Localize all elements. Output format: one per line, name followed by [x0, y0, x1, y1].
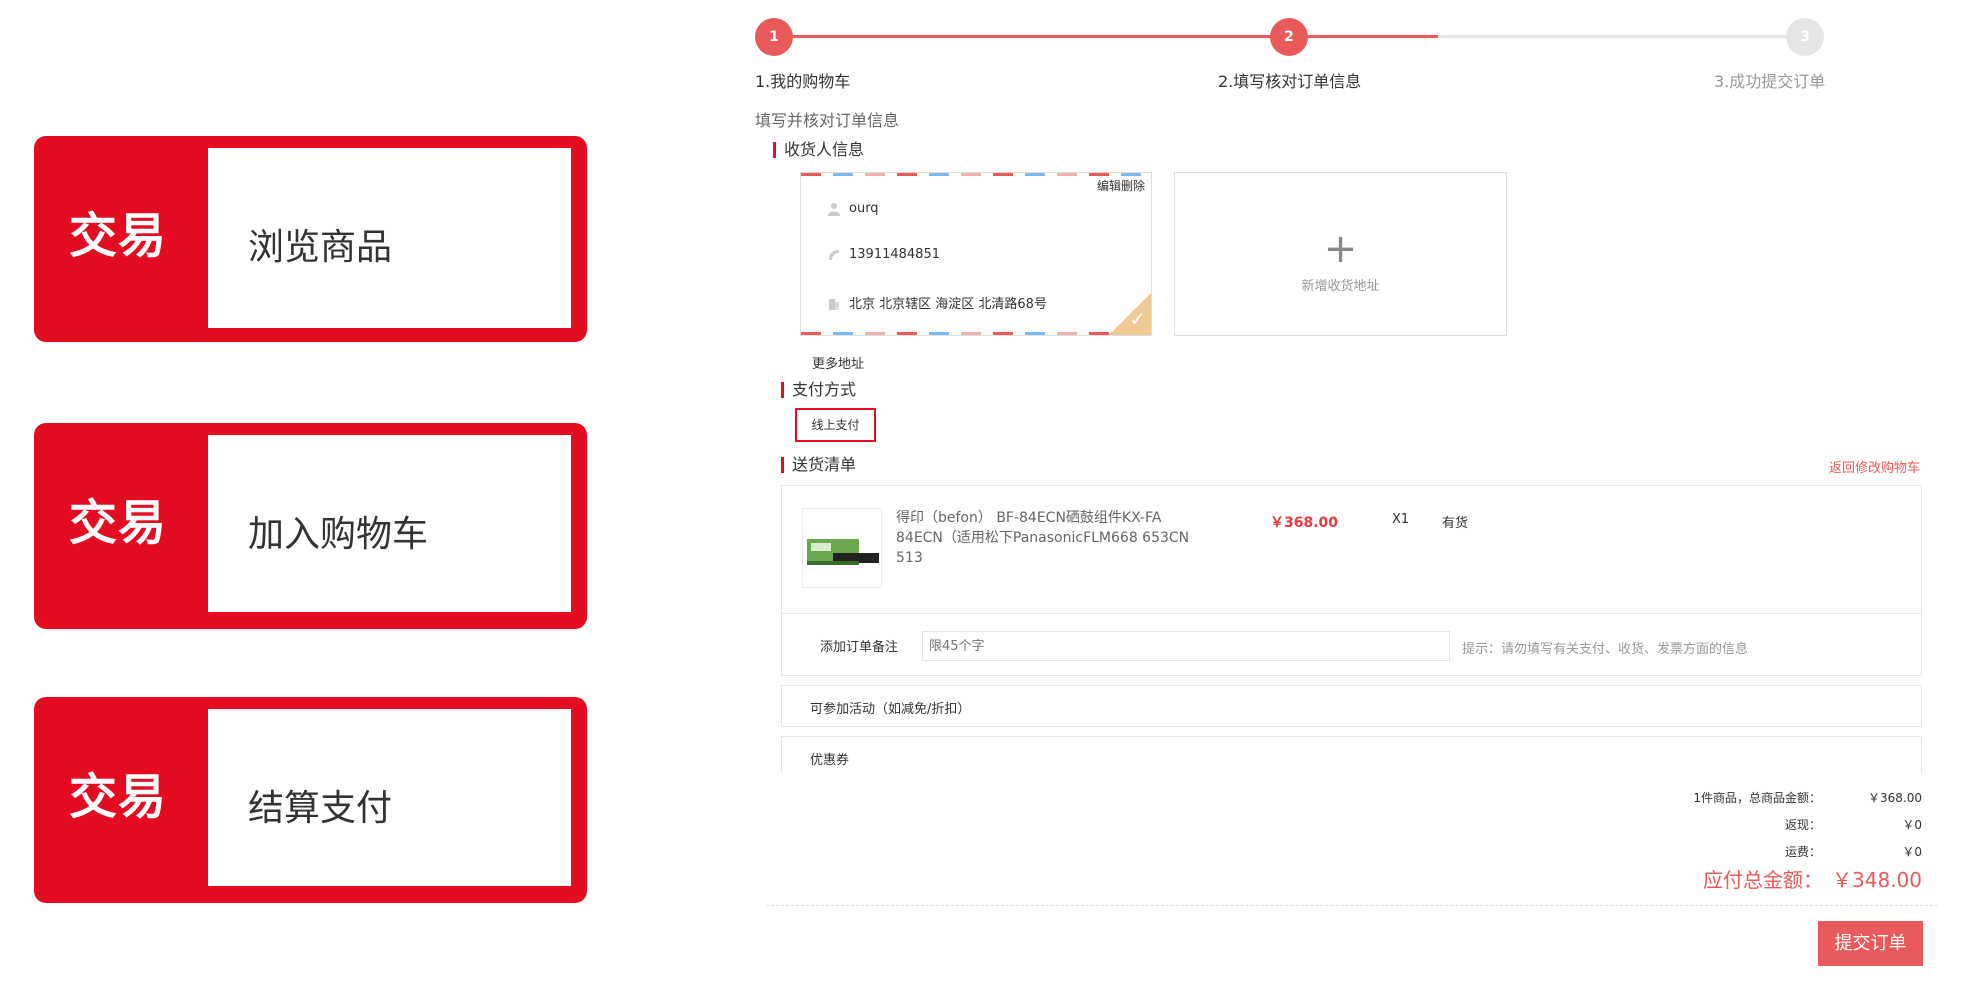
product-name-line2: 84ECN（适用松下PanasonicFLM668 653CN 513 [896, 530, 1190, 566]
shipping-value: ￥0 [1902, 845, 1922, 859]
card-tag: 交易 [69, 769, 168, 825]
receiver-section-title: 收货人信息 [773, 142, 864, 158]
check-icon: ✓ [1129, 307, 1146, 331]
address-phone-row: 13911484851 [827, 247, 940, 262]
back-to-cart-link[interactable]: 返回修改购物车 [1829, 457, 1920, 476]
user-icon [827, 202, 841, 216]
address-edit-link[interactable]: 编辑 [1097, 179, 1121, 193]
product-name[interactable]: 得印（befon） BF-84ECN硒鼓组件KX-FA 84ECN（适用松下Pa… [896, 508, 1216, 568]
step-card-checkout: 交易 结算支付 [34, 697, 587, 903]
cashback-value: ￥0 [1902, 818, 1922, 832]
card-label: 加入购物车 [248, 514, 429, 555]
building-icon [827, 296, 841, 310]
receiver-name: ourq [849, 201, 879, 216]
step-1-label: 1.我的购物车 [755, 72, 851, 91]
phone-icon [827, 248, 841, 262]
delivery-list: 得印（befon） BF-84ECN硒鼓组件KX-FA 84ECN（适用松下Pa… [781, 485, 1922, 676]
card-inner: 浏览商品 [208, 148, 571, 328]
step-card-add-cart: 交易 加入购物车 [34, 423, 587, 629]
items-total-value: ￥368.00 [1868, 791, 1922, 805]
grand-total-value: ￥348.00 [1832, 868, 1922, 892]
address-actions: 编辑删除 [1097, 177, 1145, 194]
address-location-row: 北京 北京辖区 海淀区 北清路68号 [827, 293, 1047, 312]
cashback-label: 返现： [1784, 818, 1821, 832]
step-2-circle: 2 [1270, 18, 1308, 56]
progress-fill [775, 35, 1438, 38]
order-remark-tip: 提示：请勿填写有关支付、收货、发票方面的信息 [1462, 642, 1749, 657]
grand-total-label: 应付总金额： [1703, 868, 1823, 892]
more-addresses-link[interactable]: 更多地址 [812, 353, 864, 372]
step-1-circle: 1 [755, 18, 793, 56]
product-quantity: X1 [1392, 512, 1410, 527]
step-3-label: 3.成功提交订单 [1714, 72, 1826, 91]
add-address-button[interactable]: + 新增收货地址 [1174, 172, 1507, 336]
step-card-browse: 交易 浏览商品 [34, 136, 587, 342]
activities-label: 可参加活动（如减免/折扣） [810, 702, 971, 717]
add-address-label: 新增收货地址 [1301, 279, 1380, 294]
address-stripe-top [801, 173, 1151, 176]
receiver-phone: 13911484851 [849, 247, 940, 262]
coupon-row[interactable]: 优惠券 [781, 736, 1922, 773]
shipping-label: 运费： [1784, 845, 1821, 859]
card-inner: 结算支付 [208, 709, 571, 886]
order-remark-input[interactable] [922, 631, 1450, 661]
card-inner: 加入购物车 [208, 435, 571, 612]
page-subtitle: 填写并核对订单信息 [755, 111, 900, 130]
product-name-line1: 得印（befon） BF-84ECN硒鼓组件KX-FA [896, 510, 1162, 526]
summary-divider [766, 905, 1938, 906]
activities-row[interactable]: 可参加活动（如减免/折扣） [781, 685, 1922, 727]
payment-section-title: 支付方式 [781, 382, 856, 398]
card-label: 结算支付 [248, 788, 393, 829]
card-tag: 交易 [69, 495, 168, 551]
step-3-circle: 3 [1786, 18, 1824, 56]
product-stock-status: 有货 [1442, 516, 1469, 531]
address-delete-link[interactable]: 删除 [1121, 179, 1145, 193]
product-image[interactable] [802, 508, 882, 588]
coupon-label: 优惠券 [810, 753, 850, 768]
address-name-row: ourq [827, 201, 879, 216]
delivery-section-title: 送货清单 [781, 457, 856, 473]
step-2-label: 2.填写核对订单信息 [1218, 72, 1362, 91]
receiver-address: 北京 北京辖区 海淀区 北清路68号 [849, 297, 1047, 312]
order-remark-label: 添加订单备注 [820, 640, 899, 655]
product-price: ￥368.00 [1270, 515, 1339, 531]
card-tag: 交易 [69, 208, 168, 264]
card-label: 浏览商品 [248, 227, 393, 268]
address-card-selected[interactable]: 编辑删除 ourq 13911484851 北京 北京辖区 海淀区 北清路68号… [800, 172, 1152, 336]
order-item-row: 得印（befon） BF-84ECN硒鼓组件KX-FA 84ECN（适用松下Pa… [782, 486, 1921, 614]
plus-icon: + [1323, 226, 1358, 272]
submit-order-button[interactable]: 提交订单 [1818, 921, 1923, 966]
address-stripe-bottom [801, 332, 1151, 335]
online-payment-option[interactable]: 线上支付 [795, 408, 876, 442]
items-total-label: 1件商品，总商品金额： [1693, 791, 1821, 805]
